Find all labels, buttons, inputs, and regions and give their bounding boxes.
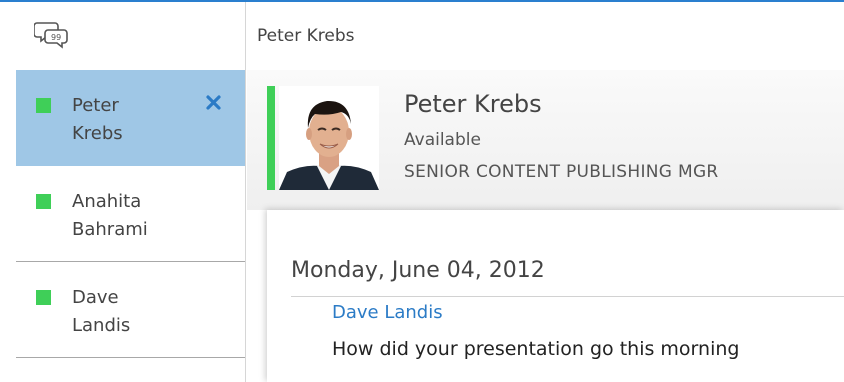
contact-job-title: SENIOR CONTENT PUBLISHING MGR bbox=[404, 162, 719, 182]
contact-card: Peter Krebs Available SENIOR CONTENT PUB… bbox=[247, 70, 844, 210]
contact-name[interactable]: Peter Krebs bbox=[404, 90, 542, 118]
conversation-history[interactable]: Monday, June 04, 2012 Dave Landis How di… bbox=[267, 210, 844, 382]
conversation-first-name: Dave bbox=[72, 287, 119, 308]
date-divider bbox=[291, 296, 844, 297]
chat-bubbles-icon[interactable]: 99 bbox=[33, 20, 74, 52]
conversation-item-peter-krebs[interactable]: Peter Krebs bbox=[16, 70, 245, 166]
conversation-last-name: Bahrami bbox=[72, 219, 148, 240]
presence-indicator bbox=[36, 290, 51, 305]
conversation-item-anahita-bahrami[interactable]: Anahita Bahrami bbox=[16, 166, 245, 262]
presence-bar bbox=[267, 86, 275, 190]
contact-status: Available bbox=[404, 130, 481, 150]
conversations-sidebar: 99 Peter Krebs Anahita Bahrami Dave Land… bbox=[0, 2, 246, 382]
close-icon[interactable] bbox=[203, 92, 225, 114]
conversation-last-name: Krebs bbox=[72, 123, 123, 144]
svg-text:99: 99 bbox=[51, 33, 61, 42]
conversation-last-name: Landis bbox=[72, 315, 131, 336]
conversation-first-name: Peter bbox=[72, 95, 119, 116]
conversation-item-dave-landis[interactable]: Dave Landis bbox=[16, 262, 245, 358]
conversation-date: Monday, June 04, 2012 bbox=[291, 258, 545, 283]
conversation-first-name: Anahita bbox=[72, 191, 142, 212]
conversation-name: Dave Landis bbox=[72, 284, 192, 340]
window-title: Peter Krebs bbox=[257, 26, 355, 46]
message-sender[interactable]: Dave Landis bbox=[332, 302, 443, 323]
conversation-window: Peter Krebs Peter Krebs Available SENIOR… bbox=[247, 2, 844, 382]
presence-indicator bbox=[36, 194, 51, 209]
message-text: How did your presentation go this mornin… bbox=[332, 338, 740, 360]
conversation-name: Anahita Bahrami bbox=[72, 188, 192, 244]
conversation-name: Peter Krebs bbox=[72, 92, 192, 148]
presence-indicator bbox=[36, 98, 51, 113]
avatar[interactable] bbox=[279, 86, 379, 190]
